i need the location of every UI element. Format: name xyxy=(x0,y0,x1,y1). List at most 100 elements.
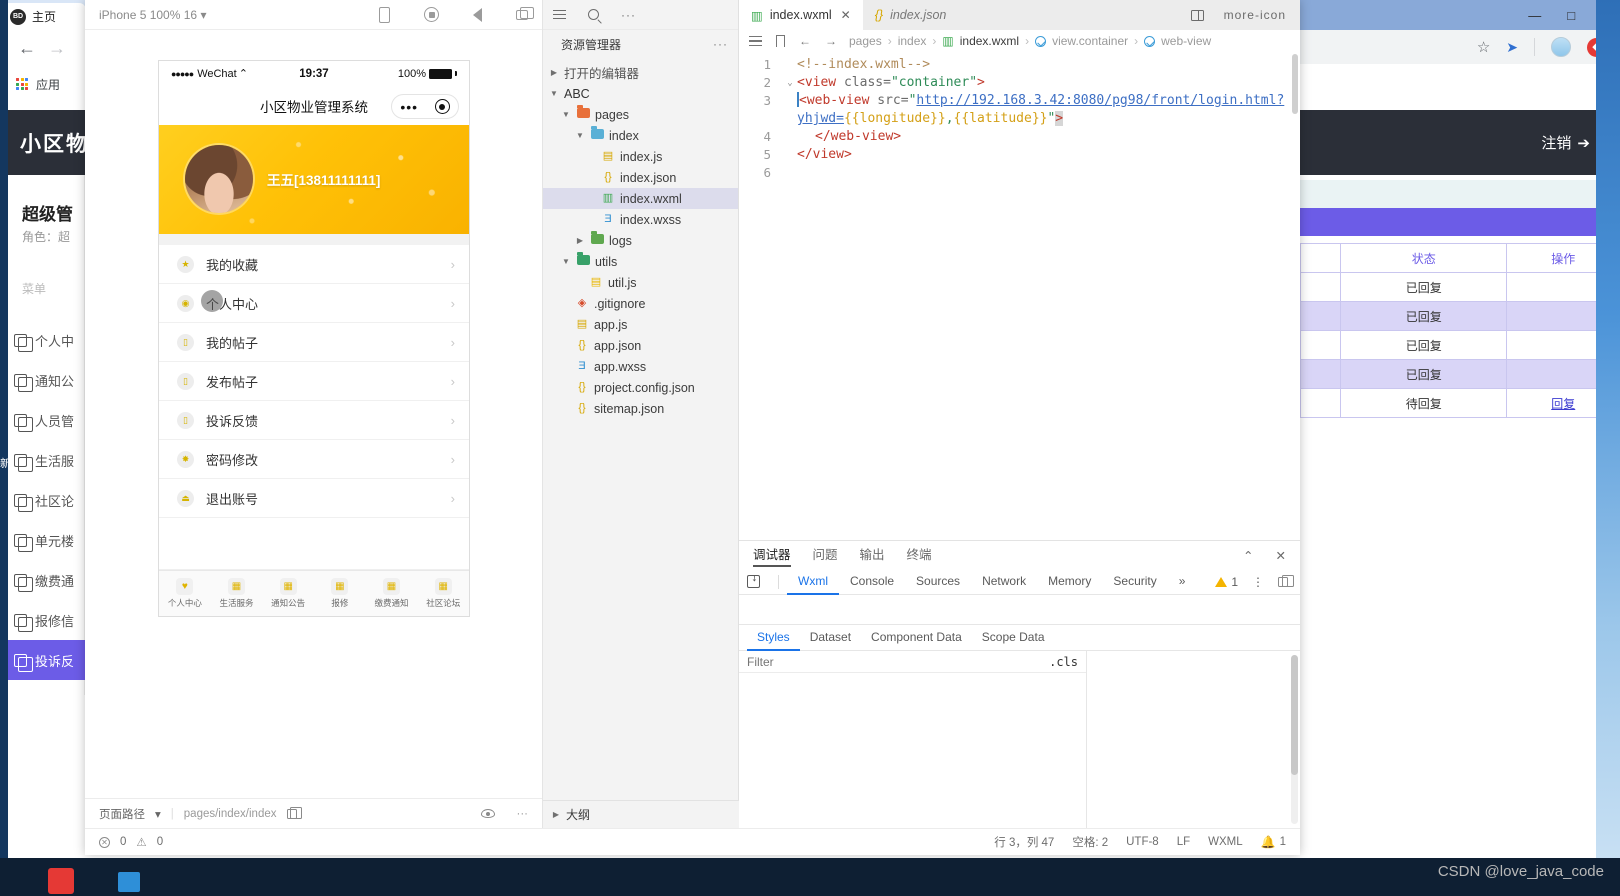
outline-section[interactable]: ▶ 大纲 xyxy=(543,800,739,828)
menu-item-favorites[interactable]: ★ 我的收藏 › xyxy=(159,245,469,285)
nav-forward-icon[interactable]: → xyxy=(825,34,837,48)
tab-problems[interactable]: 问题 xyxy=(813,544,838,567)
extension-icon[interactable]: ➤ xyxy=(1506,39,1518,56)
tab-payment-notice[interactable]: ▦ 缴费通知 xyxy=(366,571,418,616)
devtools-tab-network[interactable]: Network xyxy=(971,569,1037,595)
page-path-label[interactable]: 页面路径 xyxy=(99,806,145,822)
breadcrumb-symbol-view[interactable]: view.container xyxy=(1052,34,1128,48)
code-editor[interactable]: 1 <!--index.wxml--> 2 ⌄ <view class="con… xyxy=(739,52,1300,540)
notifications[interactable]: 🔔 1 xyxy=(1261,835,1286,849)
tree-folder-utils[interactable]: ▼ utils xyxy=(543,251,738,272)
tree-file-sitemap[interactable]: {} sitemap.json xyxy=(543,398,738,419)
sidebar-item-2[interactable]: 人员管 xyxy=(0,400,85,440)
styles-filter-input[interactable] xyxy=(739,654,1042,669)
breadcrumb-index[interactable]: index xyxy=(898,34,927,48)
tree-file-index-wxml[interactable]: ▥ index.wxml xyxy=(543,188,738,209)
tab-personal-center[interactable]: ♥ 个人中心 xyxy=(159,571,211,616)
more-icon[interactable]: more-icon xyxy=(1224,8,1286,22)
devtools-overflow-icon[interactable]: » xyxy=(1168,569,1197,595)
fold-marker[interactable]: ⌄ xyxy=(783,74,797,92)
editor-scrollbar[interactable] xyxy=(1290,52,1300,540)
device-selector[interactable]: iPhone 5 100% 16 ▾ xyxy=(99,8,206,22)
chevron-up-icon[interactable]: ⌃ xyxy=(1243,548,1253,563)
outline-list-icon[interactable] xyxy=(749,36,762,46)
tab-life-service[interactable]: ▦ 生活服务 xyxy=(211,571,263,616)
breadcrumb-symbol-webview[interactable]: web-view xyxy=(1161,34,1211,48)
breadcrumb-file[interactable]: index.wxml xyxy=(960,34,1019,48)
bookmark-icon[interactable] xyxy=(776,35,785,47)
inspect-element-icon[interactable] xyxy=(747,575,760,588)
tree-file-app-json[interactable]: {} app.json xyxy=(543,335,738,356)
profile-avatar[interactable] xyxy=(1551,37,1571,57)
tree-folder-pages[interactable]: ▼ pages xyxy=(543,104,738,125)
sidebar-item-7[interactable]: 报修信 xyxy=(0,600,85,640)
tree-file-index-json[interactable]: {} index.json xyxy=(543,167,738,188)
sidebar-item-6[interactable]: 缴费通 xyxy=(0,560,85,600)
menu-item-logout[interactable]: ⏏ 退出账号 › xyxy=(159,479,469,519)
tree-file-app-wxss[interactable]: Ǝ app.wxss xyxy=(543,356,738,377)
devtools-tab-console[interactable]: Console xyxy=(839,569,905,595)
sidebar-item-0[interactable]: 个人中 xyxy=(0,320,85,360)
menu-item-publish-post[interactable]: ▯ 发布帖子 › xyxy=(159,362,469,402)
language-mode[interactable]: WXML xyxy=(1208,836,1243,848)
tree-file-util-js[interactable]: ▤ util.js xyxy=(543,272,738,293)
sidebar-item-1[interactable]: 通知公 xyxy=(0,360,85,400)
styles-tab-scope-data[interactable]: Scope Data xyxy=(972,625,1055,651)
sidebar-item-3[interactable]: 生活服 xyxy=(0,440,85,480)
taskbar-app-icon-1[interactable] xyxy=(48,868,74,894)
chevron-down-icon[interactable]: ▾ xyxy=(155,807,161,821)
devtools-tree-area[interactable] xyxy=(739,595,1300,625)
tree-folder-index[interactable]: ▼ index xyxy=(543,125,738,146)
windows-icon[interactable] xyxy=(516,6,534,20)
eol[interactable]: LF xyxy=(1177,836,1190,848)
reply-link[interactable]: 回复 xyxy=(1551,397,1575,411)
sidebar-item-8[interactable]: 投诉反 xyxy=(0,640,85,680)
warning-icon[interactable]: ⚠ xyxy=(136,835,146,849)
tree-file-gitignore[interactable]: ◈ .gitignore xyxy=(543,293,738,314)
copy-icon[interactable] xyxy=(286,806,302,819)
devtools-kebab-icon[interactable]: ⋮ xyxy=(1252,575,1264,589)
browser-tab-home[interactable]: BD 主页 xyxy=(2,3,86,30)
tab-notice[interactable]: ▦ 通知公告 xyxy=(262,571,314,616)
tree-folder-logs[interactable]: ▶ logs xyxy=(543,230,738,251)
menu-item-complaint[interactable]: ▯ 投诉反馈 › xyxy=(159,401,469,441)
breadcrumb-pages[interactable]: pages xyxy=(849,34,882,48)
dock-icon[interactable] xyxy=(1278,574,1294,587)
menu-icon[interactable] xyxy=(553,9,566,20)
record-icon[interactable] xyxy=(424,7,439,22)
explorer-more-icon[interactable]: ··· xyxy=(713,37,728,51)
tab-repair[interactable]: ▦ 报修 xyxy=(314,571,366,616)
editor-tab-index-wxml[interactable]: ▥ index.wxml ✕ xyxy=(739,0,863,30)
menu-item-my-posts[interactable]: ▯ 我的帖子 › xyxy=(159,323,469,363)
tab-community-forum[interactable]: ▦ 社区论坛 xyxy=(417,571,469,616)
split-editor-icon[interactable] xyxy=(1190,9,1204,21)
speaker-icon[interactable] xyxy=(473,7,482,22)
tree-file-project-config[interactable]: {} project.config.json xyxy=(543,377,738,398)
minimize-button[interactable]: — xyxy=(1528,9,1541,22)
apps-grid-icon[interactable] xyxy=(16,78,28,90)
error-icon[interactable]: ✕ xyxy=(99,836,110,848)
tab-terminal[interactable]: 终端 xyxy=(907,544,932,567)
tree-file-index-wxss[interactable]: Ǝ index.wxss xyxy=(543,209,738,230)
search-icon[interactable] xyxy=(588,9,599,20)
tree-file-index-js[interactable]: ▤ index.js xyxy=(543,146,738,167)
more-icon[interactable]: ··· xyxy=(517,808,529,820)
tree-open-editors[interactable]: ▶ 打开的编辑器 xyxy=(543,62,738,83)
devtools-tab-security[interactable]: Security xyxy=(1102,569,1167,595)
tree-project-root[interactable]: ▼ ABC xyxy=(543,83,738,104)
maximize-button[interactable]: □ xyxy=(1567,9,1575,22)
bookmark-star-icon[interactable]: ☆ xyxy=(1477,38,1490,56)
indentation[interactable]: 空格: 2 xyxy=(1072,834,1108,850)
encoding[interactable]: UTF-8 xyxy=(1126,836,1159,848)
devtools-tab-wxml[interactable]: Wxml xyxy=(787,569,839,595)
close-icon[interactable]: ✕ xyxy=(841,8,851,22)
editor-tab-index-json[interactable]: {} index.json xyxy=(862,0,959,30)
nav-back-icon[interactable]: ← xyxy=(799,34,811,48)
logout-button[interactable]: 注销 ➔ xyxy=(1541,132,1590,153)
menu-item-profile[interactable]: ◉ 个人中心 › xyxy=(159,284,469,324)
taskbar-app-icon-2[interactable] xyxy=(118,872,140,892)
more-icon[interactable]: ··· xyxy=(621,8,636,22)
tab-output[interactable]: 输出 xyxy=(860,544,885,567)
styles-tab-dataset[interactable]: Dataset xyxy=(800,625,861,651)
back-icon[interactable]: ← xyxy=(18,39,36,57)
